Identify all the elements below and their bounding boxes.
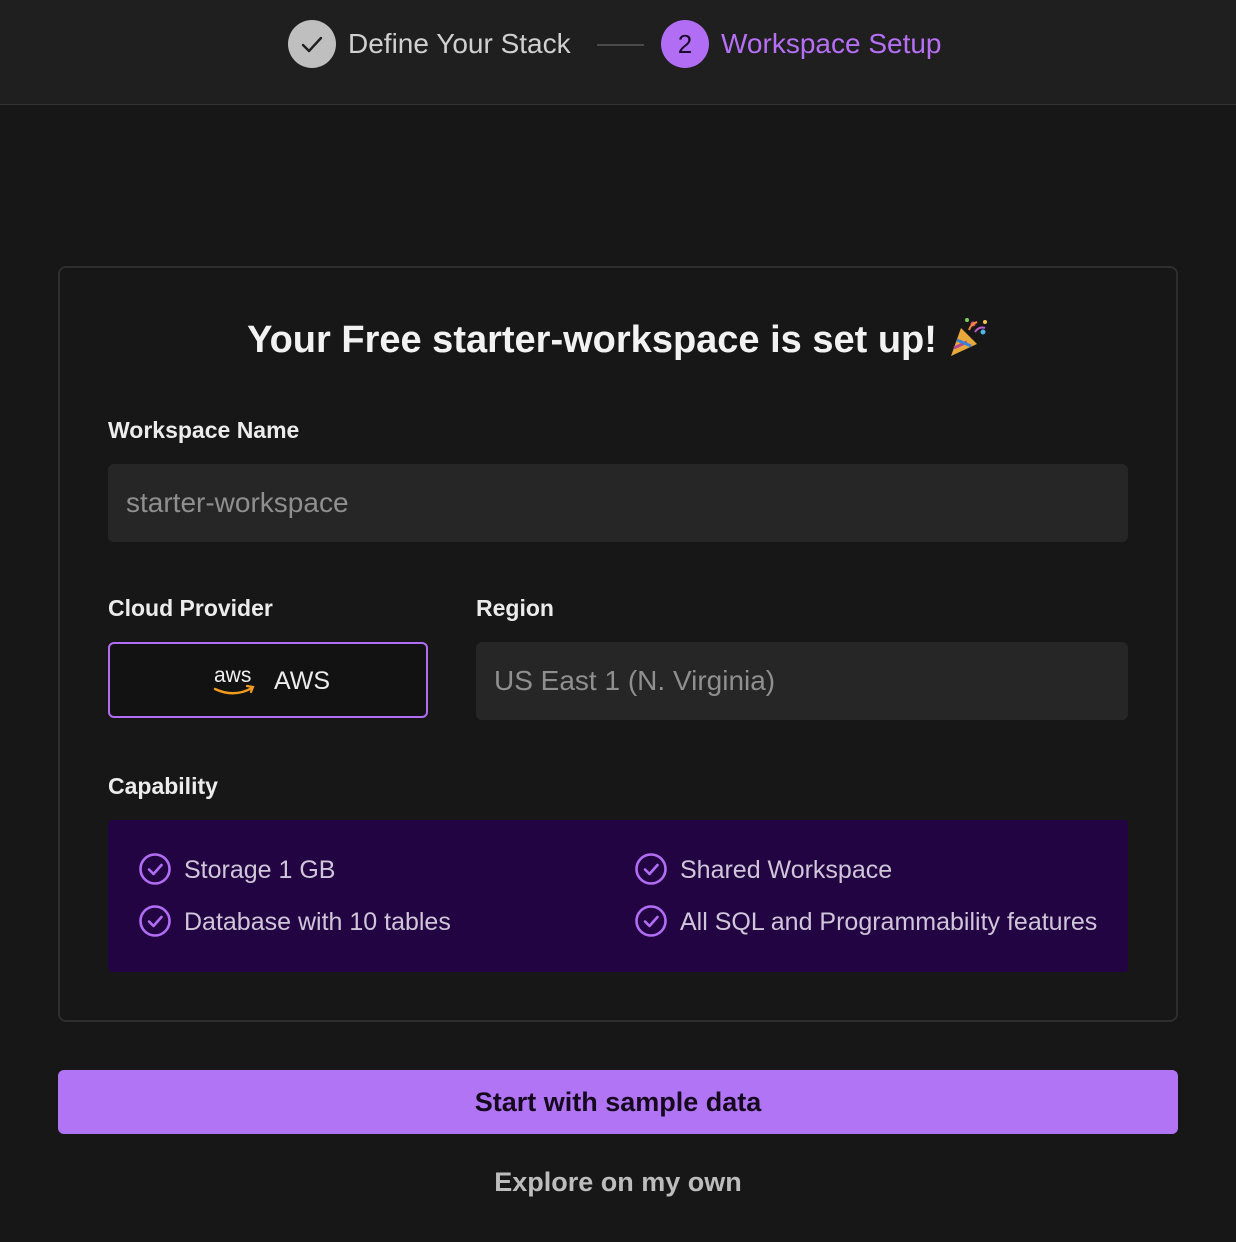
start-with-sample-data-button[interactable]: Start with sample data [58,1070,1178,1134]
aws-logo-text: aws [214,664,251,687]
check-circle-icon [635,853,667,885]
card-title: Your Free starter-workspace is set up! [0,316,1236,364]
check-circle-icon [635,905,667,937]
card-title-text: Your Free starter-workspace is set up! [247,319,937,361]
check-icon [301,36,323,53]
capability-text: All SQL and Programmability features [680,908,1098,936]
cloud-provider-label: Cloud Provider [108,595,273,621]
region-select[interactable]: US East 1 (N. Virginia) [476,642,1128,720]
capability-label: Capability [108,773,218,799]
capability-panel [108,820,1128,972]
check-circle-icon [139,853,171,885]
aws-provider-option[interactable]: aws AWS [108,642,428,718]
aws-provider-label: AWS [274,667,331,695]
step-workspace-setup: Workspace Setup [721,28,942,59]
check-circle-icon [139,905,171,937]
capability-text: Storage 1 GB [184,856,336,884]
setup-stepper: Define Your Stack 2 Workspace Setup [0,0,1236,105]
region-label: Region [476,595,554,621]
workspace-name-label: Workspace Name [108,417,300,443]
aws-logo-icon: aws [213,664,255,695]
step-connector [597,44,644,46]
explore-on-my-own-link[interactable]: Explore on my own [0,1164,1236,1200]
capability-text: Shared Workspace [680,856,893,884]
party-popper-icon [950,318,987,356]
step-number-badge: 2 [661,20,709,68]
workspace-name-input[interactable]: starter-workspace [108,464,1128,542]
capability-text: Database with 10 tables [184,908,451,936]
step-define-stack[interactable]: Define Your Stack [348,26,571,62]
step-completed-indicator [288,20,336,68]
